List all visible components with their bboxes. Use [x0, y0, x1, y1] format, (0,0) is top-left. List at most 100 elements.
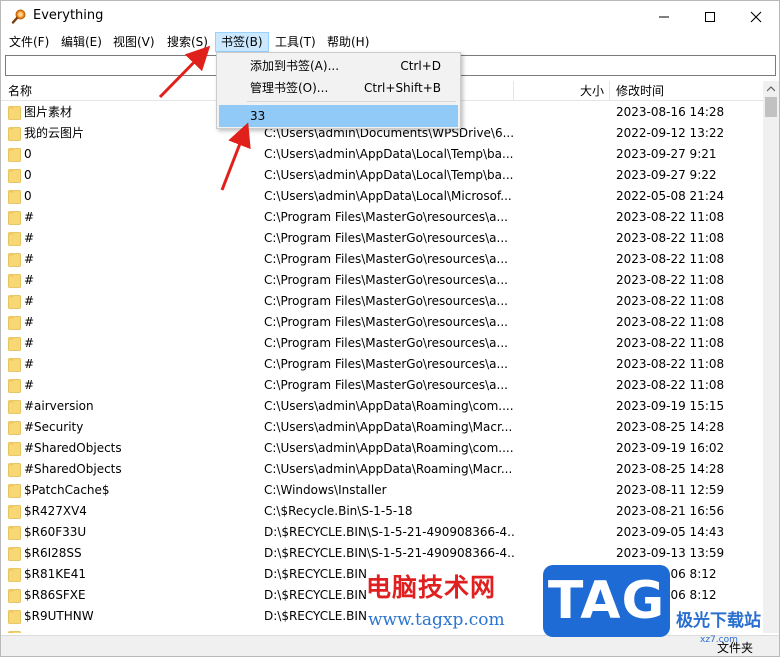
row-path: C:\Users\admin\AppData\Roaming\com.... — [264, 441, 514, 455]
row-name: 0 — [24, 147, 32, 161]
table-row[interactable]: $R427XV4 C:\$Recycle.Bin\S-1-5-18 2023-08-… — [1, 501, 763, 522]
row-name: #airversion — [24, 399, 94, 413]
row-modified: 2023-08-21 16:56 — [616, 504, 725, 518]
folder-icon — [8, 400, 21, 414]
row-path: C:\Program Files\MasterGo\resources\a... — [264, 294, 508, 308]
menu-bar: 文件(F) 编辑(E) 视图(V) 搜索(S) 书签(B) 工具(T) 帮助(H… — [1, 32, 779, 52]
row-modified: 2023-08-22 11:08 — [616, 357, 725, 371]
table-row[interactable]: $R6I28SS D:\$RECYCLE.BIN\S-1-5-21-4909083… — [1, 543, 763, 564]
table-row[interactable]: # C:\Program Files\MasterGo\resources\a..… — [1, 207, 763, 228]
row-name: $R86SFXE — [24, 588, 86, 602]
row-modified: 2022-09-12 13:22 — [616, 126, 725, 140]
row-name: # — [24, 231, 35, 245]
row-modified: 2023-08-22 11:08 — [616, 294, 725, 308]
title-bar: Everything — [1, 1, 779, 32]
table-row[interactable]: $PatchCache$ C:\Windows\Installer 2023-08-… — [1, 480, 763, 501]
row-modified: 2023-08-22 11:08 — [616, 210, 725, 224]
row-path: D:\$RECYCLE.BIN\S-1-5-21-490908366-4... — [264, 546, 514, 560]
watermark-download-site: 极光下载站 — [676, 611, 761, 631]
add-bookmark-shortcut: Ctrl+D — [400, 59, 441, 73]
folder-icon — [8, 547, 21, 561]
row-modified: 2023-08-22 11:08 — [616, 231, 725, 245]
table-row[interactable]: #Security C:\Users\admin\AppData\Roaming\… — [1, 417, 763, 438]
add-bookmark-item[interactable]: 添加到书签(A)... Ctrl+D — [219, 55, 458, 77]
close-button[interactable] — [733, 1, 779, 32]
row-modified: 2023-09-19 16:02 — [616, 441, 725, 455]
menu-file[interactable]: 文件(F) — [4, 32, 54, 52]
menu-help[interactable]: 帮助(H) — [322, 32, 374, 52]
folder-icon — [8, 610, 21, 624]
manage-bookmarks-item[interactable]: 管理书签(O)... Ctrl+Shift+B — [219, 77, 458, 99]
minimize-button[interactable] — [641, 1, 687, 32]
table-row[interactable]: # C:\Program Files\MasterGo\resources\a..… — [1, 228, 763, 249]
folder-icon — [8, 211, 21, 225]
maximize-button[interactable] — [687, 1, 733, 32]
row-path: C:\Users\admin\AppData\Roaming\com.... — [264, 399, 514, 413]
table-row[interactable]: # C:\Program Files\MasterGo\resources\a..… — [1, 312, 763, 333]
column-divider[interactable] — [609, 81, 610, 101]
menu-tools[interactable]: 工具(T) — [270, 32, 321, 52]
bookmark-item-33[interactable]: 33 — [219, 105, 458, 127]
chevron-up-icon — [767, 86, 775, 92]
row-modified: 2023-08-25 14:28 — [616, 420, 725, 434]
bookmark-label: 33 — [250, 109, 266, 123]
row-name — [24, 627, 259, 633]
row-modified: 2023-08-22 11:08 — [616, 252, 725, 266]
table-row[interactable]: #airversion C:\Users\admin\AppData\Roamin… — [1, 396, 763, 417]
row-path: C:\Program Files\MasterGo\resources\a... — [264, 357, 508, 371]
row-modified: 2023-09-05 14:43 — [616, 525, 725, 539]
table-row[interactable]: # C:\Program Files\MasterGo\resources\a..… — [1, 249, 763, 270]
column-size[interactable]: 大小 — [580, 81, 604, 101]
menu-view[interactable]: 视图(V) — [108, 32, 160, 52]
row-name: # — [24, 252, 35, 266]
folder-icon — [8, 253, 21, 267]
table-row[interactable]: # C:\Program Files\MasterGo\resources\a..… — [1, 333, 763, 354]
table-row[interactable]: # C:\Program Files\MasterGo\resources\a..… — [1, 354, 763, 375]
table-row[interactable]: 0 C:\Users\admin\AppData\Local\Temp\ba...… — [1, 144, 763, 165]
table-row[interactable]: # C:\Program Files\MasterGo\resources\a..… — [1, 270, 763, 291]
table-row[interactable]: # C:\Program Files\MasterGo\resources\a..… — [1, 375, 763, 396]
folder-icon — [8, 169, 21, 183]
row-path: C:\$Recycle.Bin\S-1-5-18 — [264, 504, 413, 518]
row-modified: 2023-08-22 11:08 — [616, 315, 725, 329]
row-modified: 2023-08-22 11:08 — [616, 336, 725, 350]
vertical-scrollbar[interactable] — [763, 81, 779, 633]
folder-icon — [8, 589, 21, 603]
folder-icon — [8, 232, 21, 246]
menu-search[interactable]: 搜索(S) — [162, 32, 213, 52]
menu-edit[interactable]: 编辑(E) — [56, 32, 107, 52]
row-modified: 2023-09-27 9:21 — [616, 147, 717, 161]
table-row[interactable]: 0 C:\Users\admin\AppData\Local\Temp\ba...… — [1, 165, 763, 186]
folder-icon — [8, 484, 21, 498]
column-modified[interactable]: 修改时间 — [616, 81, 664, 101]
folder-icon — [8, 421, 21, 435]
folder-icon — [8, 274, 21, 288]
row-name: $PatchCache$ — [24, 483, 110, 497]
status-bar: 文件夹 — [1, 635, 779, 656]
menu-bookmarks[interactable]: 书签(B) — [215, 32, 269, 52]
scroll-thumb[interactable] — [765, 97, 777, 117]
row-path: C:\Windows\Installer — [264, 483, 387, 497]
table-row[interactable]: $R60F33U D:\$RECYCLE.BIN\S-1-5-21-4909083… — [1, 522, 763, 543]
row-modified: 2023-08-22 11:08 — [616, 273, 725, 287]
table-row[interactable]: 0 C:\Users\admin\AppData\Local\Microsof..… — [1, 186, 763, 207]
folder-icon — [8, 190, 21, 204]
folder-icon — [8, 463, 21, 477]
row-name: #Security — [24, 420, 84, 434]
row-name: # — [24, 294, 35, 308]
row-name: $R6I28SS — [24, 546, 82, 560]
table-row[interactable]: #SharedObjects C:\Users\admin\AppData\Roa… — [1, 438, 763, 459]
row-path: C:\Users\admin\AppData\Local\Temp\ba... — [264, 147, 514, 161]
row-modified: 2023-08-22 11:08 — [616, 378, 725, 392]
column-divider[interactable] — [513, 81, 514, 101]
table-row[interactable]: #SharedObjects C:\Users\admin\AppData\Roa… — [1, 459, 763, 480]
row-path: C:\Users\admin\AppData\Roaming\Macr... — [264, 420, 513, 434]
scroll-up-button[interactable] — [763, 81, 779, 97]
folder-icon — [8, 568, 21, 582]
column-name[interactable]: 名称 — [8, 81, 32, 101]
results-list: 图片素材 2023-08-16 14:28 我的云图片 C:\Users\admin\… — [1, 102, 763, 633]
folder-icon — [8, 442, 21, 456]
row-name: # — [24, 210, 35, 224]
row-name: #SharedObjects — [24, 462, 122, 476]
table-row[interactable]: # C:\Program Files\MasterGo\resources\a..… — [1, 291, 763, 312]
